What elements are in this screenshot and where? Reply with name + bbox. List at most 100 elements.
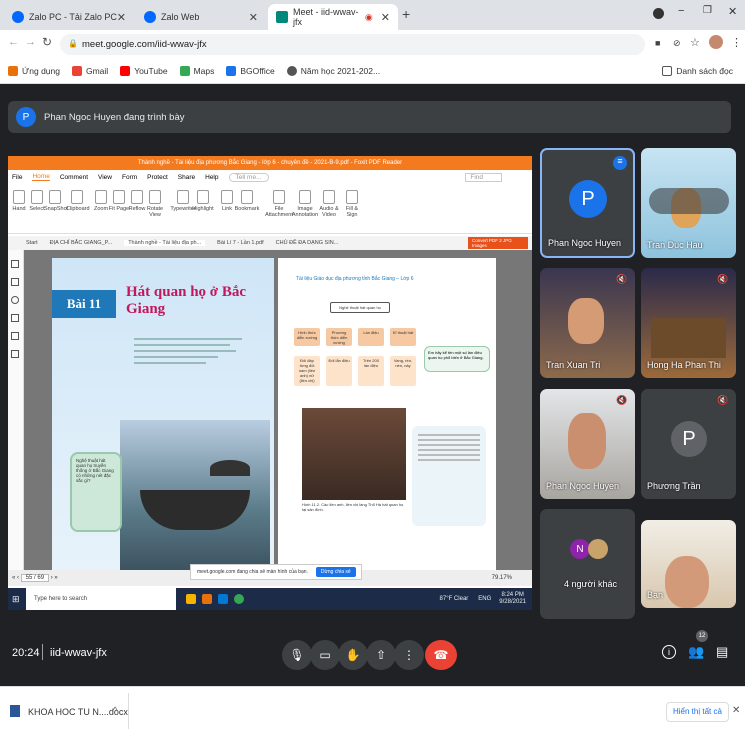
participant-tile[interactable]: P ≡ Phan Ngoc Huyen bbox=[540, 148, 635, 258]
show-all-button[interactable]: Hiển thị tất cả bbox=[666, 702, 729, 722]
participant-tile[interactable]: Tran Duc Hau bbox=[641, 148, 736, 258]
tile-hover-controls[interactable] bbox=[649, 188, 729, 214]
participant-tile[interactable]: 🔇 Hong Ha Phan Thi bbox=[641, 268, 736, 378]
camera-icon[interactable]: ■ bbox=[655, 38, 660, 48]
close-window-icon[interactable]: ✕ bbox=[728, 5, 737, 18]
participant-tile[interactable]: 🔇 Tran Xuan Tri bbox=[540, 268, 635, 378]
security-panel-icon[interactable] bbox=[11, 350, 19, 358]
tab-zalo-web[interactable]: Zalo Web ✕ bbox=[136, 4, 266, 30]
app-icon[interactable] bbox=[186, 594, 196, 604]
tree-node: Hình thức diễn xướng bbox=[294, 328, 320, 346]
tree-root: Nghệ thuật hát quan họ bbox=[330, 302, 390, 313]
bookmark-maps[interactable]: Maps bbox=[179, 65, 214, 76]
close-icon[interactable]: ✕ bbox=[732, 705, 740, 716]
foxit-menu-bar: File Home Comment View Form Protect Shar… bbox=[8, 170, 532, 184]
app-icon[interactable] bbox=[218, 594, 228, 604]
layers-panel-icon[interactable] bbox=[11, 314, 19, 322]
tool-rotate-view[interactable]: Rotate View bbox=[144, 190, 166, 218]
stop-sharing-button[interactable]: Dừng chia sẻ bbox=[315, 567, 356, 577]
last-page-icon[interactable]: » bbox=[54, 575, 57, 581]
tool-fill-sign[interactable]: Fill & Sign bbox=[340, 190, 364, 218]
menu-home[interactable]: Home bbox=[32, 173, 50, 181]
close-icon[interactable]: ✕ bbox=[249, 11, 258, 24]
menu-comment[interactable]: Comment bbox=[60, 174, 88, 181]
foxit-title-bar: Thành nghề - Tài liệu địa phương Bắc Gia… bbox=[8, 156, 532, 170]
minimize-icon[interactable]: − bbox=[678, 5, 684, 17]
windows-start-icon[interactable]: ⊞ bbox=[12, 594, 20, 605]
menu-icon[interactable]: ⋮ bbox=[731, 36, 742, 49]
info-icon[interactable]: i bbox=[662, 645, 676, 659]
forward-icon[interactable]: → bbox=[25, 36, 36, 48]
attachment-panel-icon[interactable] bbox=[11, 332, 19, 340]
avatar: N bbox=[570, 539, 590, 559]
taskbar-search[interactable]: Type here to search bbox=[26, 588, 176, 610]
doc-tab[interactable]: ĐỊA CHỈ BẮC GIANG_P... bbox=[50, 240, 113, 246]
profile-dot-icon[interactable] bbox=[653, 8, 664, 19]
menu-protect[interactable]: Protect bbox=[147, 174, 168, 181]
participant-tile[interactable]: P 🔇 Phương Trần bbox=[641, 389, 736, 499]
tool-highlight[interactable]: Highlight bbox=[192, 190, 214, 212]
tool-snapshot[interactable]: SnapShot bbox=[44, 190, 68, 212]
menu-file[interactable]: File bbox=[12, 174, 22, 181]
menu-help[interactable]: Help bbox=[205, 174, 218, 181]
doc-tab[interactable]: Thành nghề - Tài liệu địa ph... bbox=[124, 240, 206, 246]
convert-button[interactable]: Convert PDF 2 JPG Images bbox=[468, 237, 528, 249]
find-field[interactable]: Find bbox=[465, 172, 502, 182]
image-icon bbox=[299, 190, 311, 204]
tool-bookmark[interactable]: Bookmark bbox=[234, 190, 260, 212]
doc-tab[interactable]: CHỦ ĐỀ ĐA DẠNG SIN... bbox=[276, 240, 339, 246]
close-icon[interactable]: ✕ bbox=[381, 11, 390, 24]
bookmark-youtube[interactable]: YouTube bbox=[120, 65, 168, 76]
star-icon[interactable]: ☆ bbox=[690, 36, 700, 49]
camera-button[interactable]: ▭ bbox=[310, 640, 340, 670]
comment-panel-icon[interactable] bbox=[11, 296, 19, 304]
app-icon[interactable] bbox=[202, 594, 212, 604]
doc-tab[interactable]: Start bbox=[26, 240, 38, 246]
first-page-icon[interactable]: « bbox=[12, 575, 15, 581]
bookmark-panel-icon[interactable] bbox=[11, 260, 19, 268]
zoom-level[interactable]: 79.17% bbox=[492, 575, 512, 581]
reading-list[interactable]: Danh sách đọc bbox=[662, 65, 733, 76]
present-button[interactable]: ⇧ bbox=[366, 640, 396, 670]
profile-avatar[interactable] bbox=[709, 35, 723, 49]
raise-hand-button[interactable]: ✋ bbox=[338, 640, 368, 670]
more-options-button[interactable]: ⋮ bbox=[394, 640, 424, 670]
people-icon[interactable]: 👥 bbox=[688, 644, 704, 660]
bookmark-bgoffice[interactable]: BGOffice bbox=[226, 65, 275, 76]
page-indicator[interactable]: 55 / 69 bbox=[20, 574, 50, 582]
participant-tile[interactable]: N 4 người khác bbox=[540, 509, 635, 619]
participant-tile[interactable]: Bạn bbox=[641, 520, 736, 608]
mic-blocked-icon[interactable]: ⊘ bbox=[673, 38, 681, 49]
tree-leaf: Đối đáp từng đôi nam (liền anh) nữ (liền… bbox=[294, 356, 320, 386]
tool-audio-video[interactable]: Audio & Video bbox=[316, 190, 342, 218]
menu-form[interactable]: Form bbox=[122, 174, 137, 181]
participant-tile[interactable]: 🔇 Phan Ngoc Huyen bbox=[540, 389, 635, 499]
leave-call-button[interactable]: ☎ bbox=[425, 640, 457, 670]
close-icon[interactable]: ✕ bbox=[117, 11, 126, 24]
menu-share[interactable]: Share bbox=[178, 174, 195, 181]
pages-panel-icon[interactable] bbox=[11, 278, 19, 286]
chat-icon[interactable]: ▤ bbox=[716, 644, 728, 660]
new-tab-icon[interactable]: + bbox=[402, 6, 410, 22]
restore-icon[interactable]: ❐ bbox=[703, 5, 712, 16]
menu-view[interactable]: View bbox=[98, 174, 112, 181]
tab-zalo-pc[interactable]: Zalo PC - Tải Zalo PC để làm việc ✕ bbox=[4, 4, 134, 30]
chevron-up-icon[interactable]: ^ bbox=[113, 705, 117, 715]
chrome-icon[interactable] bbox=[234, 594, 244, 604]
mic-button[interactable]: 🎙 bbox=[282, 640, 312, 670]
bookmark-apps[interactable]: Ứng dụng bbox=[8, 65, 60, 76]
tell-me-field[interactable]: Tell me... bbox=[228, 172, 269, 182]
next-page-icon[interactable]: › bbox=[51, 575, 53, 581]
tab-meet[interactable]: Meet - iid-wwav-jfx ◉ ✕ bbox=[268, 4, 398, 30]
back-icon[interactable]: ← bbox=[8, 36, 19, 48]
bookmark-nam-hoc[interactable]: Năm học 2021-202... bbox=[286, 65, 380, 76]
lesson-title: Hát quan họ ở Bắc Giang bbox=[126, 284, 246, 317]
bookmark-gmail[interactable]: Gmail bbox=[71, 65, 108, 76]
doc-tab[interactable]: Bài Lí 7 - Lần 1.pdf bbox=[217, 240, 263, 246]
url-field[interactable]: 🔒 meet.google.com/iid-wwav-jfx bbox=[60, 34, 645, 55]
tool-clipboard[interactable]: Clipboard bbox=[66, 190, 90, 212]
prev-page-icon[interactable]: ‹ bbox=[17, 575, 19, 581]
reload-icon[interactable]: ↻ bbox=[42, 35, 52, 49]
browser-tab-bar: Zalo PC - Tải Zalo PC để làm việc ✕ Zalo… bbox=[0, 0, 745, 30]
tab-label: Zalo Web bbox=[161, 12, 200, 22]
